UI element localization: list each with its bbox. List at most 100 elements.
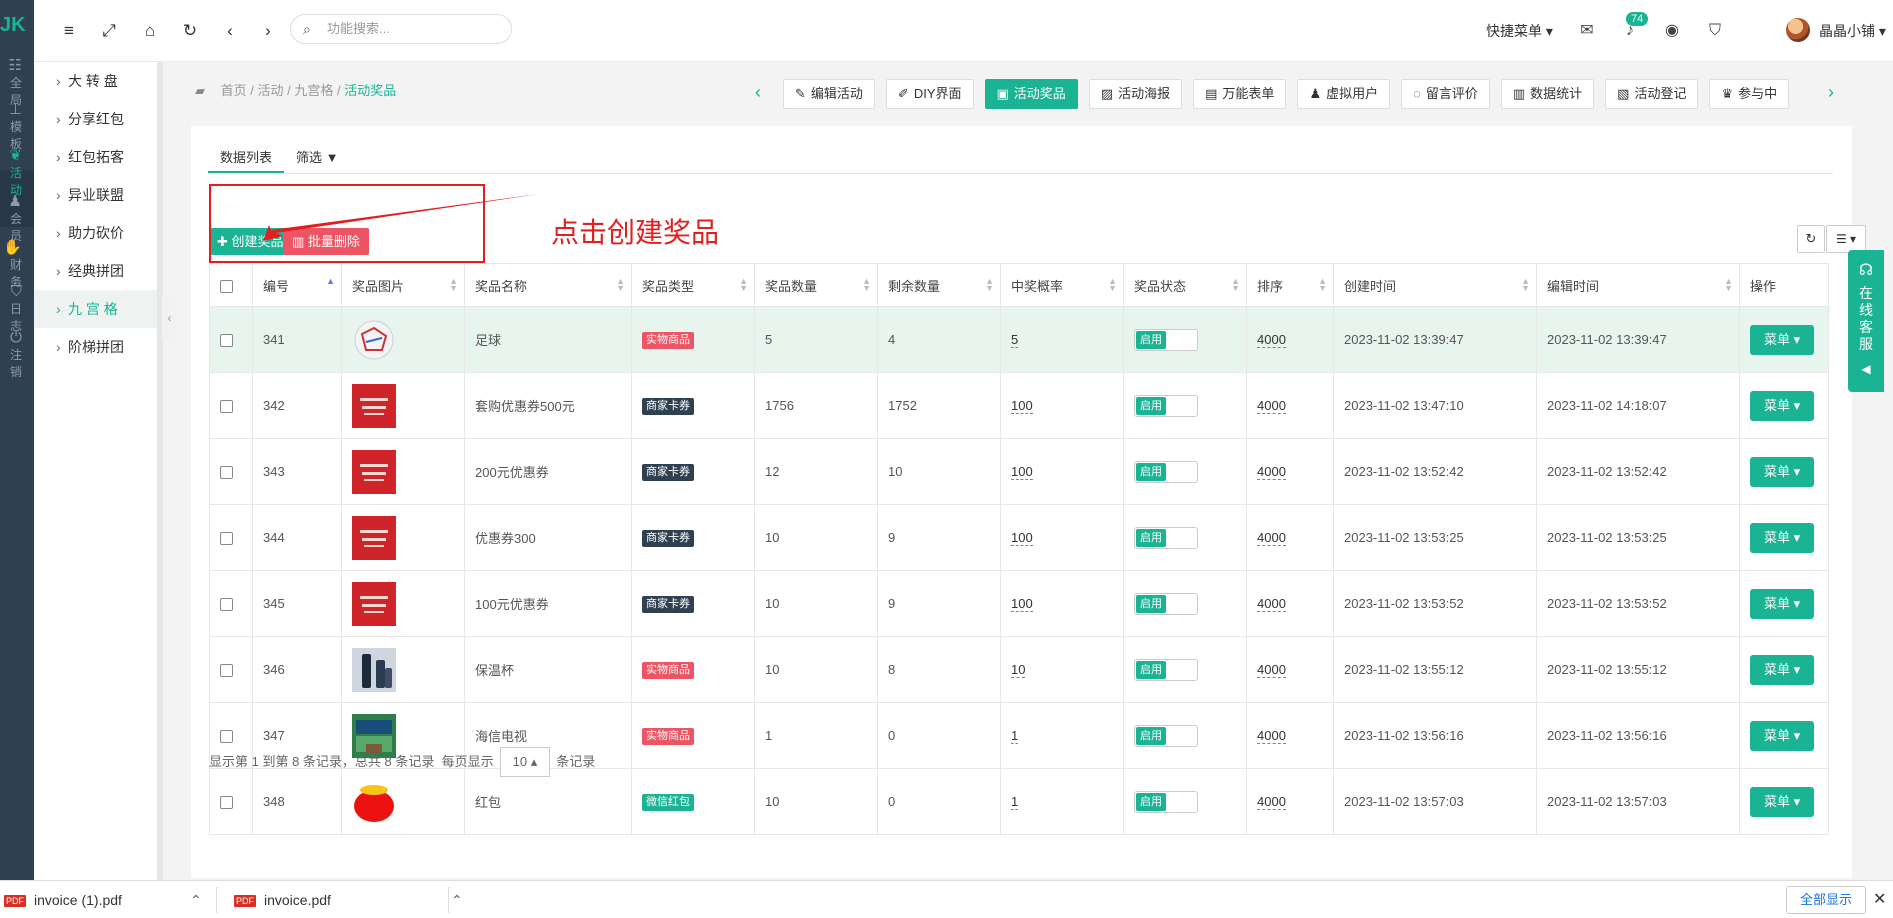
table-row[interactable]: 344 优惠券300 商家卡券 10 9 100 启用 4000 2023-11-02 13:5… xyxy=(209,504,1829,571)
close-icon[interactable]: ✕ xyxy=(1873,881,1886,918)
tab-filter[interactable]: 筛选 ▼ xyxy=(284,145,351,171)
bell-icon[interactable]: ♪ xyxy=(1619,18,1641,44)
row-menu-button[interactable]: 菜单 ▾ xyxy=(1750,588,1815,619)
table-row[interactable]: 348 红包 微信红包 10 0 1 启用 4000 2023-11-02 13:57:03 20… xyxy=(209,768,1829,835)
rail-item-log[interactable]: ⛉ 日志 xyxy=(0,284,34,334)
online-service-button[interactable]: ☊ 在线客服 ◀ xyxy=(1848,250,1884,392)
submenu-item-redpacket-acquire[interactable]: › 红包拓客 xyxy=(34,138,161,176)
page-tab-6[interactable]: ◌ 留言评价 xyxy=(1401,79,1490,109)
refresh-icon[interactable]: ↻ xyxy=(177,18,203,44)
page-tab-9[interactable]: ♛ 参与中 xyxy=(1709,79,1790,109)
row-checkbox[interactable] xyxy=(220,796,233,810)
column-header-name[interactable]: 奖品名称 ▲ ▼ xyxy=(464,263,632,307)
row-menu-button[interactable]: 菜单 ▾ xyxy=(1750,522,1815,553)
table-row[interactable]: 342 套购优惠券500元 商家卡券 1756 1752 100 启用 4000 2023-11… xyxy=(209,372,1829,439)
table-row[interactable]: 345 100元优惠券 商家卡券 10 9 100 启用 4000 2023-11-02 13:… xyxy=(209,570,1829,637)
download-item[interactable]: PDF invoice (1).pdf ⌃ xyxy=(4,881,202,918)
select-all-checkbox[interactable] xyxy=(220,279,233,293)
sort-order-editable[interactable]: 4000 xyxy=(1257,398,1286,414)
submenu-item-alliance[interactable]: › 异业联盟 xyxy=(34,176,161,214)
column-header-qty[interactable]: 奖品数量 ▲ ▼ xyxy=(754,263,878,307)
sort-order-editable[interactable]: 4000 xyxy=(1257,332,1286,348)
page-tab-7[interactable]: ▥ 数据统计 xyxy=(1500,79,1595,109)
rail-item-logout[interactable]: ⏻ 注销 xyxy=(0,330,34,380)
rail-item-template[interactable]: ⊥ 模板 xyxy=(0,102,34,152)
column-header-edited[interactable]: 编辑时间 ▲ ▼ xyxy=(1536,263,1740,307)
page-tab-3[interactable]: ▨ 活动海报 xyxy=(1088,79,1183,109)
rail-item-member[interactable]: ♟ 会员 xyxy=(0,194,34,244)
status-toggle[interactable]: 启用 xyxy=(1134,724,1198,747)
submenu-item-group-buy[interactable]: › 经典拼团 xyxy=(34,252,161,290)
sort-order-editable[interactable]: 4000 xyxy=(1257,530,1286,546)
page-tab-2[interactable]: ▣ 活动奖品 xyxy=(984,79,1078,109)
status-toggle[interactable]: 启用 xyxy=(1134,328,1198,351)
submenu-scrollbar[interactable] xyxy=(157,62,163,880)
column-header-prob[interactable]: 中奖概率 ▲ ▼ xyxy=(1000,263,1124,307)
win-probability-editable[interactable]: 100 xyxy=(1011,596,1033,612)
column-header-sort[interactable]: 排序 ▲ ▼ xyxy=(1246,263,1334,307)
user-menu-dropdown[interactable]: 晶晶小铺 ▾ xyxy=(1819,18,1886,44)
row-menu-button[interactable]: 菜单 ▾ xyxy=(1750,390,1815,421)
tabs-scroll-left-icon[interactable]: ‹ xyxy=(755,78,761,106)
user-circle-icon[interactable]: ◉ xyxy=(1661,18,1683,44)
page-tab-0[interactable]: ✎ 编辑活动 xyxy=(783,79,875,109)
page-tab-8[interactable]: ▧ 活动登记 xyxy=(1605,79,1699,109)
row-checkbox[interactable] xyxy=(220,532,233,546)
breadcrumb-home[interactable]: 首页 xyxy=(221,83,247,98)
tab-data-list[interactable]: 数据列表 xyxy=(208,145,285,173)
home-icon[interactable]: ⌂ xyxy=(137,18,163,44)
chevron-up-icon[interactable]: ⌃ xyxy=(190,892,202,908)
batch-delete-button[interactable]: ▥ 批量删除 xyxy=(283,228,369,255)
fullscreen-icon[interactable]: ⤢ xyxy=(96,18,122,44)
row-menu-button[interactable]: 菜单 ▾ xyxy=(1750,456,1815,487)
row-menu-button[interactable]: 菜单 ▾ xyxy=(1750,786,1815,817)
breadcrumb-activity[interactable]: 活动 xyxy=(257,83,283,98)
page-size-dropdown[interactable]: 10 ▴ xyxy=(499,747,551,777)
rail-item-activity[interactable]: ❦ 活动 xyxy=(0,148,34,198)
status-toggle[interactable]: 启用 xyxy=(1134,592,1198,615)
column-header-image[interactable]: 奖品图片 ▲ ▼ xyxy=(341,263,465,307)
row-checkbox[interactable] xyxy=(220,664,233,678)
row-checkbox[interactable] xyxy=(220,334,233,348)
status-toggle[interactable]: 启用 xyxy=(1134,394,1198,417)
column-header-type[interactable]: 奖品类型 ▲ ▼ xyxy=(631,263,755,307)
row-menu-button[interactable]: 菜单 ▾ xyxy=(1750,720,1815,751)
quick-menu-dropdown[interactable]: 快捷菜单 ▾ xyxy=(1486,18,1553,44)
back-arrow-icon[interactable]: ‹ xyxy=(217,18,243,44)
status-toggle[interactable]: 启用 xyxy=(1134,460,1198,483)
win-probability-editable[interactable]: 1 xyxy=(1011,794,1019,810)
table-row[interactable]: 341 足球 实物商品 5 4 5 启用 4000 2023-11-02 13:39:47 202… xyxy=(209,306,1829,373)
submenu-item-ladder-group[interactable]: › 阶梯拼团 xyxy=(34,328,161,366)
submenu-item-bargain[interactable]: › 助力砍价 xyxy=(34,214,161,252)
create-prize-button[interactable]: ✚ 创建奖品 xyxy=(209,228,292,255)
submenu-item-share-redpacket[interactable]: › 分享红包 xyxy=(34,100,161,138)
column-header-id[interactable]: 编号 ▲ xyxy=(252,263,342,307)
win-probability-editable[interactable]: 100 xyxy=(1011,530,1033,546)
pocket-icon[interactable]: ⛉ xyxy=(1704,18,1726,44)
page-tab-4[interactable]: ▤ 万能表单 xyxy=(1193,79,1287,109)
table-row[interactable]: 343 200元优惠券 商家卡券 12 10 100 启用 4000 2023-11-02 13… xyxy=(209,438,1829,505)
row-checkbox[interactable] xyxy=(220,730,233,744)
row-checkbox[interactable] xyxy=(220,466,233,480)
download-item[interactable]: PDF invoice.pdf ⌃ xyxy=(234,881,463,918)
sort-order-editable[interactable]: 4000 xyxy=(1257,728,1286,744)
tabs-scroll-right-icon[interactable]: › xyxy=(1828,78,1834,106)
win-probability-editable[interactable]: 10 xyxy=(1011,662,1026,678)
status-toggle[interactable]: 启用 xyxy=(1134,658,1198,681)
win-probability-editable[interactable]: 100 xyxy=(1011,398,1033,414)
sort-order-editable[interactable]: 4000 xyxy=(1257,596,1286,612)
page-tab-5[interactable]: ♟ 虚拟用户 xyxy=(1297,79,1391,109)
submenu-item-nine-grid[interactable]: › 九 宫 格 xyxy=(34,290,161,328)
row-menu-button[interactable]: 菜单 ▾ xyxy=(1750,654,1815,685)
win-probability-editable[interactable]: 1 xyxy=(1011,728,1019,744)
hamburger-icon[interactable]: ≡ xyxy=(56,18,82,44)
function-search-input[interactable]: ⌕ 功能搜索... xyxy=(290,14,512,44)
win-probability-editable[interactable]: 100 xyxy=(1011,464,1033,480)
row-checkbox[interactable] xyxy=(220,400,233,414)
sort-order-editable[interactable]: 4000 xyxy=(1257,464,1286,480)
avatar[interactable] xyxy=(1786,18,1810,42)
win-probability-editable[interactable]: 5 xyxy=(1011,332,1019,348)
table-row[interactable]: 346 保温杯 实物商品 10 8 10 启用 4000 2023-11-02 13:55:12… xyxy=(209,636,1829,703)
sort-order-editable[interactable]: 4000 xyxy=(1257,794,1286,810)
column-header-remain[interactable]: 剩余数量 ▲ ▼ xyxy=(877,263,1001,307)
